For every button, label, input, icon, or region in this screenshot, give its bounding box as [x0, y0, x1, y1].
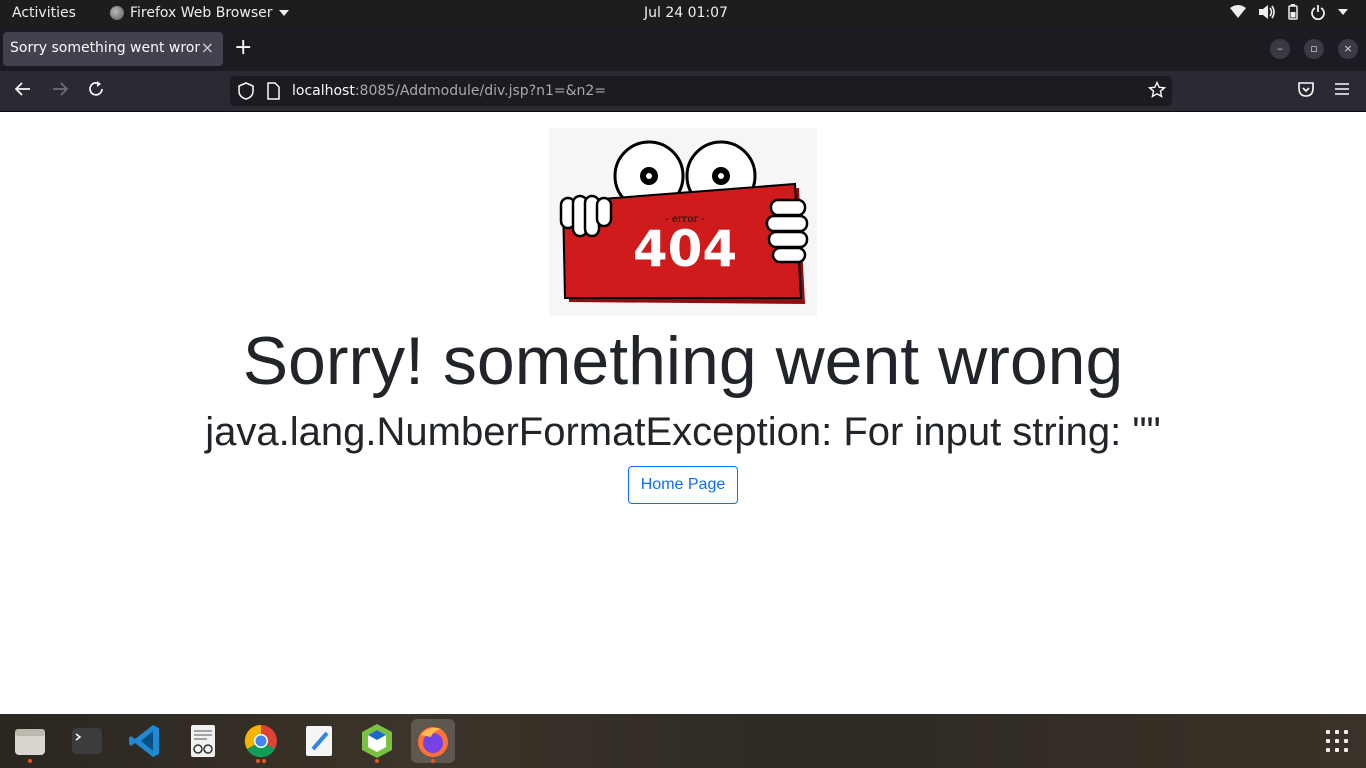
chevron-down-icon: [1338, 9, 1348, 15]
chrome-icon[interactable]: [239, 719, 283, 763]
firefox-small-icon: [110, 6, 124, 20]
document-viewer-icon[interactable]: [181, 719, 225, 763]
page-title: Sorry! something went wrong: [242, 323, 1124, 399]
minimize-button[interactable]: –: [1270, 39, 1290, 59]
running-indicator: [431, 759, 435, 763]
gnome-top-bar: Activities Firefox Web Browser Jul 24 01…: [0, 0, 1366, 27]
error-404-text: 404: [633, 220, 737, 278]
page-content: - error - 404 Sorry! something went wron…: [0, 112, 1366, 714]
hamburger-menu-icon: [1335, 83, 1349, 95]
url-host: localhost: [292, 83, 355, 99]
clock[interactable]: Jul 24 01:07: [644, 5, 728, 21]
firefox-icon[interactable]: [411, 719, 455, 763]
shield-icon[interactable]: [238, 82, 254, 104]
arrow-left-icon: [14, 82, 30, 96]
reload-icon: [89, 81, 103, 96]
tab-close-icon[interactable]: ×: [201, 38, 214, 57]
tab-title: Sorry something went wrong: [10, 40, 200, 56]
show-applications-icon[interactable]: [1326, 730, 1348, 752]
arrow-right-icon: [53, 82, 69, 96]
page-info-icon[interactable]: [266, 82, 280, 104]
system-tray[interactable]: [1230, 4, 1348, 20]
tab-active[interactable]: Sorry something went wrong ×: [3, 32, 223, 66]
running-indicator: [262, 759, 266, 763]
new-tab-button[interactable]: +: [234, 37, 252, 59]
activities-button[interactable]: Activities: [12, 5, 76, 21]
pocket-icon: [1298, 82, 1314, 97]
bookmark-star-icon[interactable]: [1147, 80, 1167, 104]
wifi-icon: [1230, 5, 1246, 18]
error-message: java.lang.NumberFormatException: For inp…: [205, 410, 1161, 454]
home-page-button[interactable]: Home Page: [628, 466, 738, 504]
pocket-button[interactable]: [1297, 80, 1315, 104]
url-path: :8085/Addmodule/div.jsp?n1=&n2=: [354, 83, 607, 99]
error-404-illustration: - error - 404: [549, 128, 817, 316]
volume-icon: [1259, 5, 1275, 19]
nav-bar: localhost:8085/Addmodule/div.jsp?n1=&n2=: [0, 71, 1366, 112]
netbeans-icon[interactable]: [355, 719, 399, 763]
vscode-icon[interactable]: [123, 719, 167, 763]
back-button[interactable]: [14, 80, 32, 104]
url-bar[interactable]: localhost:8085/Addmodule/div.jsp?n1=&n2=: [230, 76, 1172, 106]
url-text[interactable]: localhost:8085/Addmodule/div.jsp?n1=&n2=: [292, 83, 606, 99]
ubuntu-dock: [0, 714, 1366, 768]
forward-button[interactable]: [51, 80, 69, 104]
running-indicator: [28, 759, 32, 763]
app-menu[interactable]: Firefox Web Browser: [110, 5, 289, 21]
running-indicator: [256, 759, 260, 763]
running-indicator: [375, 759, 379, 763]
maximize-button[interactable]: ▫: [1304, 39, 1324, 59]
files-icon[interactable]: [8, 719, 52, 763]
power-icon: [1311, 5, 1325, 20]
error-404-graphic: - error - 404: [559, 140, 809, 304]
battery-icon: [1288, 4, 1298, 20]
close-window-button[interactable]: ×: [1338, 39, 1358, 59]
reload-button[interactable]: [87, 80, 105, 104]
chevron-down-icon: [278, 10, 289, 16]
app-menu-label: Firefox Web Browser: [130, 5, 273, 21]
terminal-icon[interactable]: [65, 719, 109, 763]
tab-strip: Sorry something went wrong × + – ▫ ×: [0, 27, 1366, 71]
text-editor-icon[interactable]: [297, 719, 341, 763]
menu-button[interactable]: [1333, 80, 1351, 104]
